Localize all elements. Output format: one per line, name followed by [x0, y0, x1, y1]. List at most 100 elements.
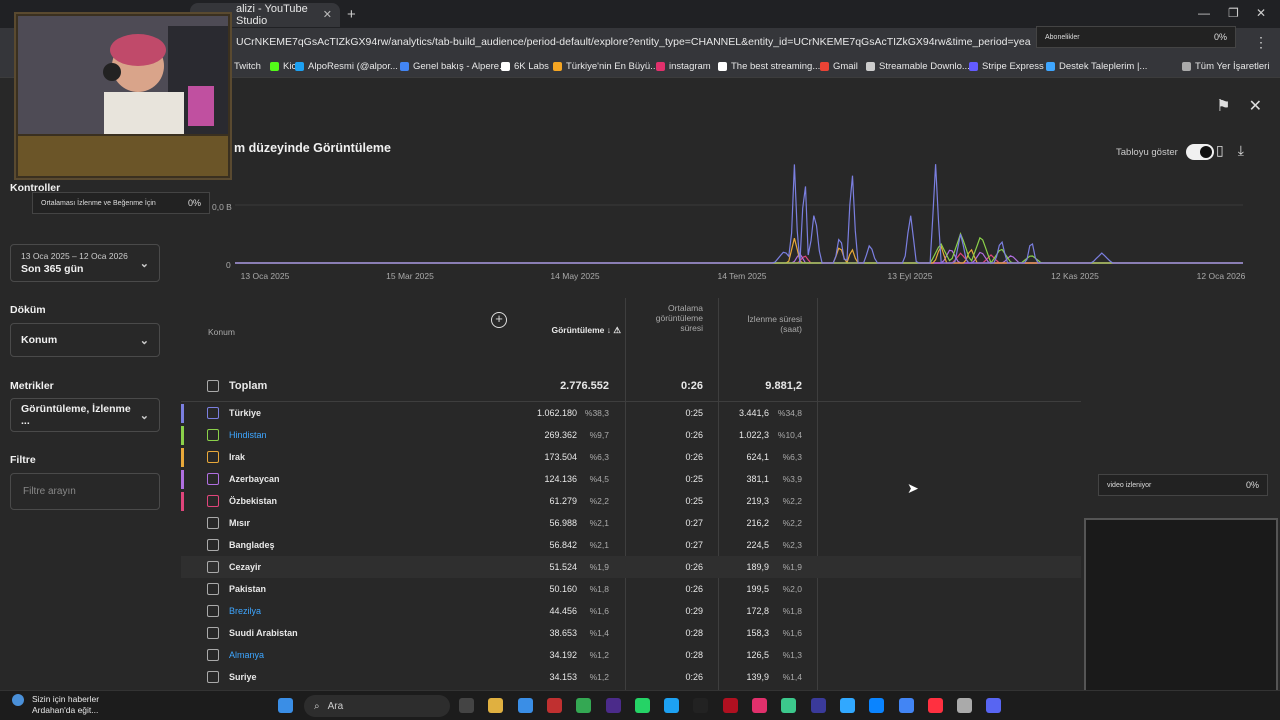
add-column-icon[interactable]: + [491, 312, 507, 328]
table-toggle-label: Tabloyu göster [1116, 146, 1178, 158]
table-row[interactable]: Mısır 56.988 %2,1 0:27 216,2 %2,2 [181, 512, 1081, 534]
header-views[interactable]: Görüntüleme ↓ ⚠ [531, 325, 622, 335]
table-row[interactable]: Azerbaycan 124.136 %4,5 0:25 381,1 %3,9 [181, 468, 1081, 490]
total-checkbox[interactable] [207, 379, 219, 392]
row-location[interactable]: Brezilya [229, 606, 261, 616]
bookmark-item[interactable]: Gmail [820, 61, 858, 72]
bookmark-favicon-icon [866, 62, 875, 71]
app-icon[interactable] [957, 698, 973, 713]
header-avg-duration[interactable]: Ortalama görüntüleme süresi [641, 303, 703, 333]
store-icon[interactable] [517, 698, 533, 713]
bookmark-icon[interactable]: ▯ [1216, 142, 1224, 159]
app-icon[interactable] [546, 698, 562, 713]
capcut-icon[interactable] [693, 698, 709, 713]
youtube-icon[interactable] [927, 698, 943, 713]
instagram-icon[interactable] [752, 698, 767, 713]
row-location[interactable]: Almanya [229, 650, 264, 660]
row-checkbox[interactable] [207, 671, 219, 683]
bookmark-item[interactable]: Stripe Express [969, 61, 1044, 72]
table-row[interactable]: Suudi Arabistan 38.653 %1,4 0:28 158,3 %1,6 [181, 622, 1081, 644]
analytics-table: Konum + Görüntüleme ↓ ⚠ Ortalama görüntü… [181, 298, 1081, 710]
row-checkbox[interactable] [207, 583, 219, 595]
table-row[interactable]: Hindistan 269.362 %9,7 0:26 1.022,3 %10,4 [181, 424, 1081, 446]
news-widget[interactable]: Sizin için haberler Ardahan'da eğit... [12, 694, 99, 716]
breakdown-select[interactable]: Konum ⌄ [10, 323, 160, 357]
bookmark-item[interactable]: Türkiye'nin En Büyü... [553, 61, 658, 72]
bookmark-item[interactable]: AlpoResmi (@alpor... [295, 61, 398, 72]
edge-icon[interactable] [869, 698, 885, 713]
download-icon[interactable]: ⤓ [1238, 142, 1244, 159]
table-row[interactable]: Suriye 34.153 %1,2 0:26 139,9 %1,4 [181, 666, 1081, 688]
row-checkbox[interactable] [207, 561, 219, 573]
close-window-icon[interactable]: ✕ [1256, 6, 1266, 20]
taskbar-search[interactable]: ⌕ Ara [304, 695, 450, 717]
table-row[interactable]: Irak 173.504 %6,3 0:26 624,1 %6,3 [181, 446, 1081, 468]
row-checkbox[interactable] [207, 649, 219, 661]
row-checkbox[interactable] [207, 605, 219, 617]
row-avg-duration: 0:28 [685, 650, 703, 660]
bookmark-item[interactable]: 6K Labs [501, 61, 549, 72]
x-tick-label: 14 Tem 2025 [717, 271, 767, 281]
bookmark-item[interactable]: instagram [656, 61, 711, 72]
row-checkbox[interactable] [207, 495, 219, 507]
header-location[interactable]: Konum [208, 327, 235, 337]
app-icon[interactable] [722, 698, 738, 713]
whatsapp-icon[interactable] [634, 698, 650, 713]
chrome-icon[interactable] [898, 698, 914, 713]
table-row[interactable]: Özbekistan 61.279 %2,2 0:25 219,3 %2,2 [181, 490, 1081, 512]
url-text[interactable]: UCrNKEME7qGsAcTIZkGX94rw/analytics/tab-b… [236, 36, 1031, 48]
row-checkbox[interactable] [207, 517, 219, 529]
bookmark-item[interactable]: Streamable Downlo... [866, 61, 970, 72]
photoshop-icon[interactable] [839, 698, 855, 713]
bookmark-item[interactable]: The best streaming... [718, 61, 820, 72]
new-tab-icon[interactable]: + [347, 6, 356, 23]
task-view-icon[interactable] [459, 698, 474, 713]
row-location[interactable]: Hindistan [229, 430, 267, 440]
app-icon[interactable] [781, 698, 797, 713]
row-checkbox[interactable] [207, 473, 219, 485]
table-row[interactable]: Bangladeş 56.842 %2,1 0:27 224,5 %2,3 [181, 534, 1081, 556]
row-checkbox[interactable] [207, 627, 219, 639]
filter-input[interactable]: Filtre arayın [10, 473, 160, 510]
chevron-down-icon: ⌄ [139, 334, 149, 347]
date-range-select[interactable]: 13 Oca 2025 – 12 Oca 2026 Son 365 gün ⌄ [10, 244, 160, 282]
discord-icon[interactable] [986, 698, 1002, 713]
series-color-stripe [181, 492, 184, 511]
row-checkbox[interactable] [207, 451, 219, 463]
table-row[interactable]: Türkiye 1.062.180 %38,3 0:25 3.441,6 %34,8 [181, 402, 1081, 424]
row-checkbox[interactable] [207, 539, 219, 551]
bookmark-item[interactable]: Genel bakış - Alpere... [400, 61, 507, 72]
row-checkbox[interactable] [207, 407, 219, 419]
obs-icon[interactable] [810, 698, 826, 713]
browser-menu-icon[interactable]: ⋮ [1254, 34, 1268, 51]
series-color-stripe [181, 448, 184, 467]
sub-goal-text: Abonelikler [1045, 33, 1080, 41]
row-watch-time: 1.022,3 [738, 430, 769, 440]
app-icon[interactable] [664, 698, 680, 713]
close-icon[interactable]: ✕ [1249, 96, 1262, 116]
start-icon[interactable] [278, 698, 293, 713]
table-row[interactable]: Brezilya 44.456 %1,6 0:29 172,8 %1,8 [181, 600, 1081, 622]
row-checkbox[interactable] [207, 429, 219, 441]
feedback-icon[interactable]: ⚑ [1216, 96, 1230, 116]
bookmark-item[interactable]: Destek Taleplerim |... [1046, 61, 1147, 72]
series-color-stripe [181, 426, 184, 445]
chrome-icon[interactable] [576, 698, 592, 713]
table-row[interactable]: Pakistan 50.160 %1,8 0:26 199,5 %2,0 [181, 578, 1081, 600]
header-watch-time[interactable]: İzlenme süresi (saat) [731, 314, 802, 334]
metrics-select[interactable]: Görüntüleme, İzlenme ... ⌄ [10, 398, 160, 432]
minimize-icon[interactable]: — [1198, 6, 1210, 20]
maximize-icon[interactable]: ❐ [1228, 6, 1239, 20]
alert-percent: 0% [1245, 480, 1259, 490]
table-row[interactable]: Almanya 34.192 %1,2 0:28 126,5 %1,3 [181, 644, 1081, 666]
table-row[interactable]: Cezayir 51.524 %1,9 0:26 189,9 %1,9 [181, 556, 1081, 578]
row-views: 34.192 [549, 650, 577, 660]
hdr-line: süresi [680, 323, 703, 333]
bookmark-item[interactable]: Tüm Yer İşaretleri [1182, 61, 1269, 72]
row-avg-duration: 0:27 [685, 518, 703, 528]
close-tab-icon[interactable]: ✕ [323, 8, 332, 21]
breakdown-value: Konum [21, 334, 58, 346]
row-watch-time: 624,1 [746, 452, 769, 462]
premiere-icon[interactable] [605, 698, 621, 713]
file-explorer-icon[interactable] [488, 698, 504, 713]
